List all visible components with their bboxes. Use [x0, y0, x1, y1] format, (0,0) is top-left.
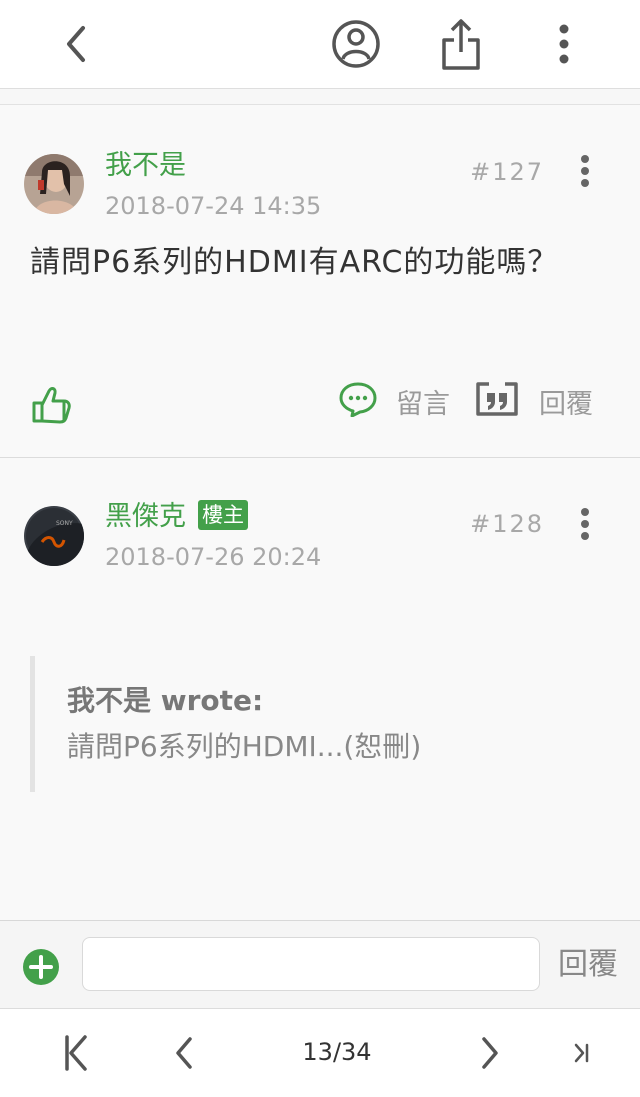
speech-bubble-icon	[338, 381, 378, 421]
post-time: 2018-07-26 20:24	[105, 543, 322, 571]
comment-button[interactable]: 留言	[338, 379, 450, 423]
author-name[interactable]: 我不是	[105, 150, 186, 182]
more-vertical-icon[interactable]	[574, 153, 596, 189]
divider-strip	[0, 89, 640, 105]
more-vertical-icon[interactable]	[574, 506, 596, 542]
thumbs-up-icon[interactable]	[30, 383, 74, 427]
avatar[interactable]: SONY	[24, 506, 84, 566]
floor-number: #127	[470, 158, 544, 186]
reply-quote-button[interactable]: 回覆	[475, 379, 593, 423]
back-arrow-icon[interactable]	[46, 14, 106, 74]
post-time: 2018-07-24 14:35	[105, 192, 322, 220]
first-page-icon[interactable]	[54, 1031, 98, 1075]
author-name-text: 黑傑克	[105, 501, 186, 532]
thread-owner-badge: 樓主	[198, 500, 248, 530]
author-name[interactable]: 黑傑克 樓主	[105, 500, 248, 533]
post-content: 請問P6系列的HDMI有ARC的功能嗎？	[30, 245, 559, 280]
reply-submit-button[interactable]: 回覆	[558, 945, 618, 985]
quote-header: 我不是 wrote:	[67, 684, 264, 717]
next-page-icon[interactable]	[468, 1031, 512, 1075]
page-indicator[interactable]: 13/34	[270, 1035, 404, 1069]
add-plus-icon[interactable]	[22, 948, 60, 986]
svg-text:SONY: SONY	[56, 520, 73, 527]
floor-number: #128	[470, 510, 544, 538]
last-page-icon[interactable]	[560, 1031, 604, 1075]
reply-bar: 回覆	[0, 920, 640, 1009]
quote-text: 請問P6系列的HDMI...(恕刪)	[67, 730, 422, 763]
reply-label: 回覆	[539, 388, 593, 420]
user-circle-icon[interactable]	[326, 14, 386, 74]
quote-icon	[475, 381, 519, 421]
top-bar	[0, 0, 640, 89]
quote-block[interactable]: 我不是 wrote: 請問P6系列的HDMI...(恕刪)	[30, 656, 595, 792]
previous-page-icon[interactable]	[162, 1031, 206, 1075]
share-icon[interactable]	[431, 14, 491, 74]
post-item: 我不是 2018-07-24 14:35 #127 請問P6系列的HDMI有AR…	[0, 105, 640, 458]
comment-label: 留言	[396, 388, 450, 420]
avatar[interactable]	[24, 154, 84, 214]
post-item: SONY 黑傑克 樓主 2018-07-26 20:24 #128 我不是 wro…	[0, 458, 640, 920]
more-vertical-icon[interactable]	[534, 14, 594, 74]
pagination-bar: 13/34	[0, 1008, 640, 1097]
reply-input[interactable]	[82, 937, 540, 991]
